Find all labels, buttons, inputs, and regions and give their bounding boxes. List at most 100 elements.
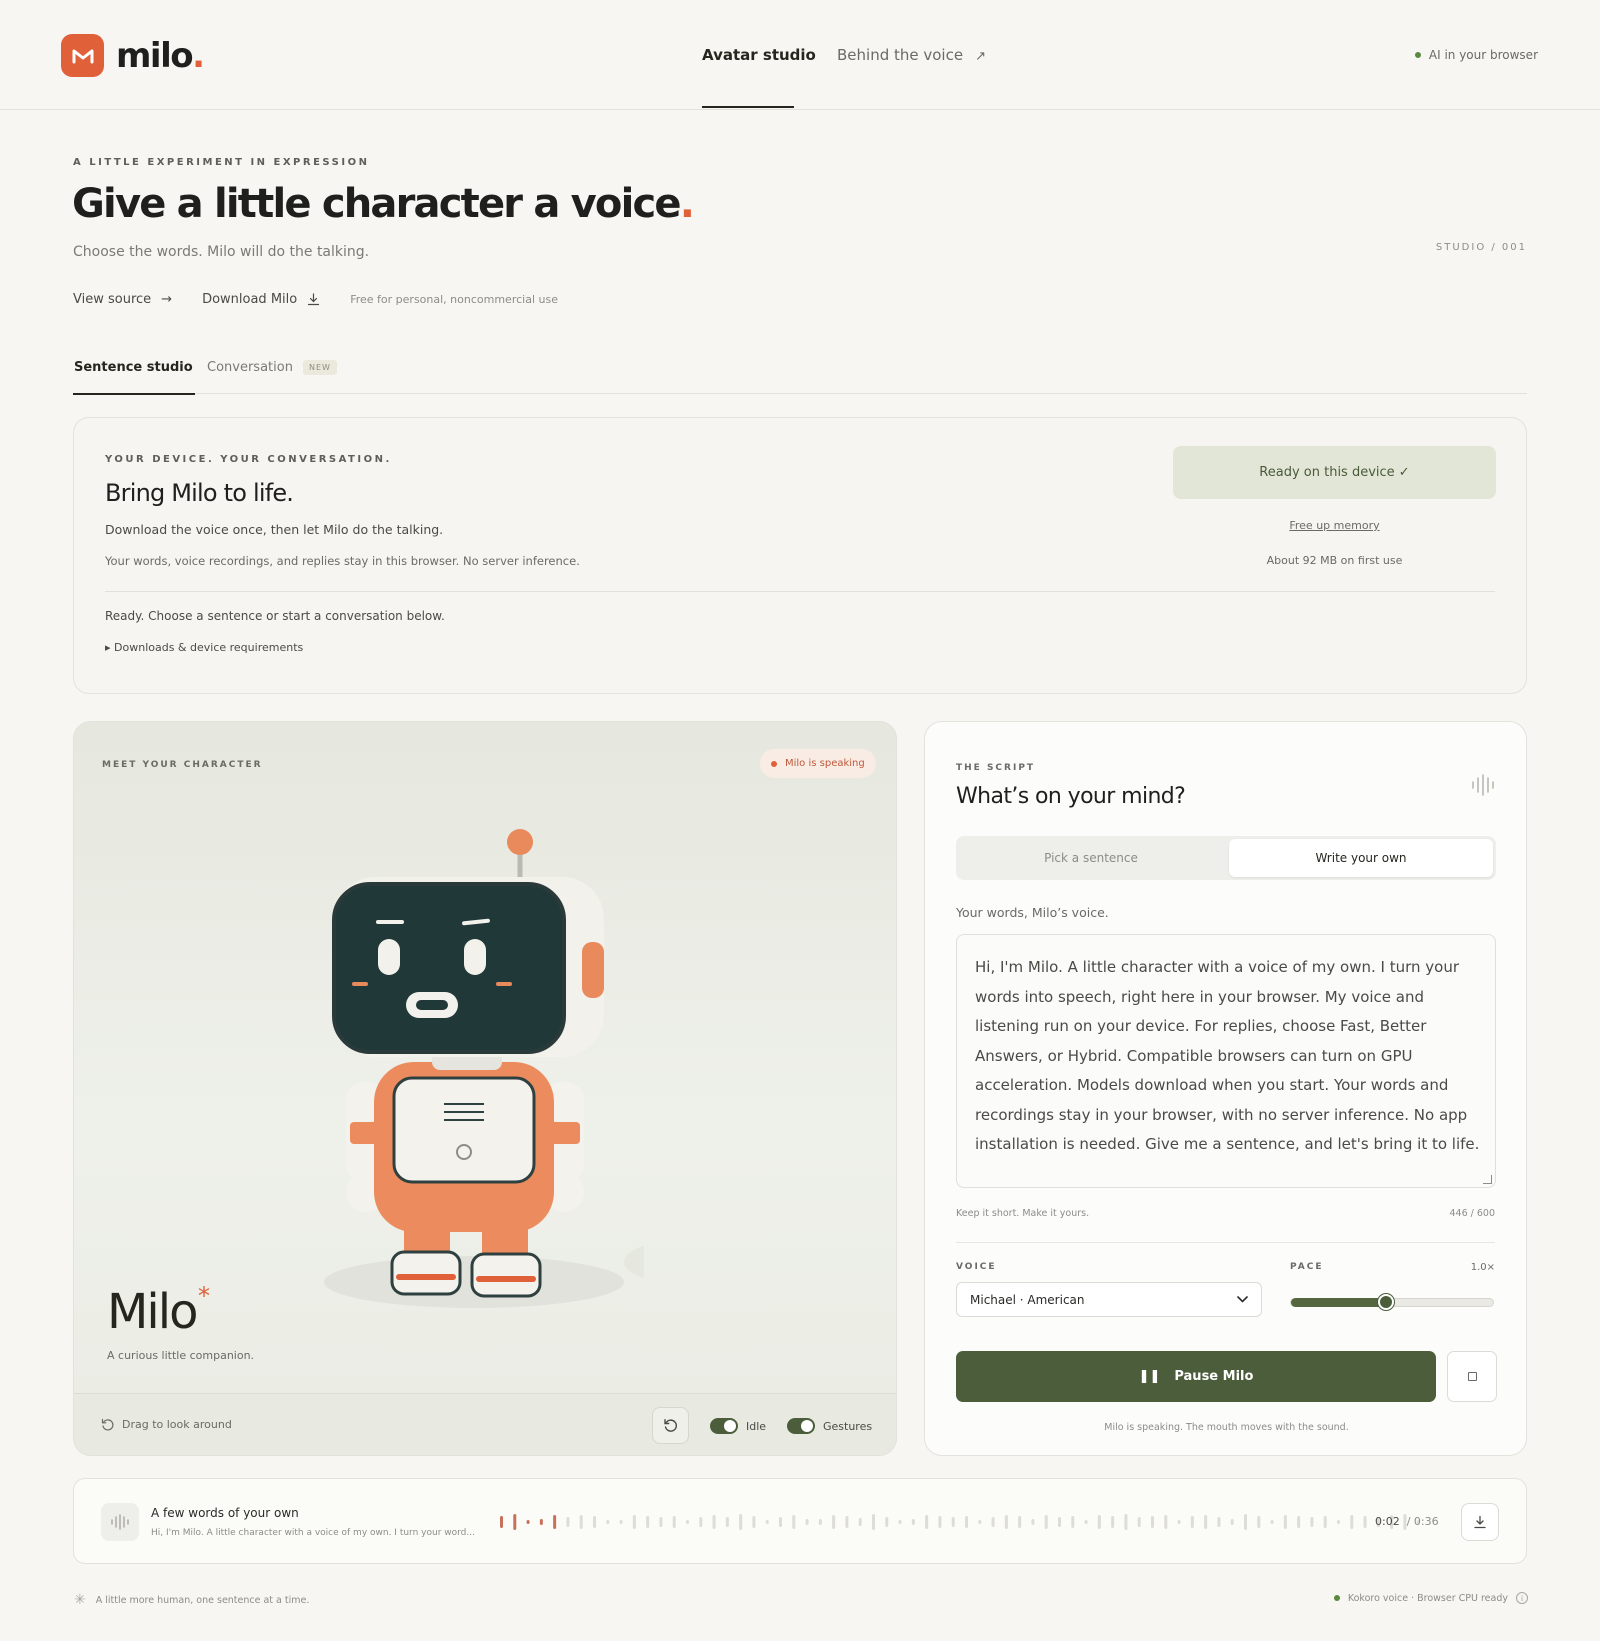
waveform-bar: [699, 1517, 703, 1527]
script-textarea[interactable]: Hi, I'm Milo. A little character with a …: [956, 934, 1496, 1188]
left-eye: [378, 939, 400, 975]
waveform-bar: [898, 1520, 902, 1524]
idle-toggle[interactable]: Idle: [710, 1418, 766, 1434]
waveform-bar: [845, 1516, 849, 1528]
waveform-bar: [765, 1520, 769, 1524]
new-badge: NEW: [302, 360, 337, 375]
waveform-bar: [978, 1520, 982, 1524]
character-count: 446 / 600: [1449, 1208, 1495, 1219]
device-card-line2: Your words, voice recordings, and replie…: [105, 554, 580, 568]
reset-view-button[interactable]: [652, 1407, 689, 1444]
download-size-note: About 92 MB on first use: [1266, 554, 1403, 567]
left-eyebrow: [376, 920, 404, 924]
current-time: 0:02: [1375, 1515, 1400, 1528]
milo-robot-viewport[interactable]: [324, 822, 644, 1322]
nav-active-indicator: [702, 106, 794, 108]
license-note: Free for personal, noncommercial use: [350, 293, 558, 306]
waveform-bar: [1217, 1517, 1221, 1527]
sparkle-icon: ✳: [74, 1592, 86, 1608]
waveform-bar: [1124, 1514, 1128, 1530]
waveform-bar: [965, 1516, 968, 1528]
device-status-text: Ready. Choose a sentence or start a conv…: [105, 609, 445, 623]
waveform-bar: [1164, 1515, 1168, 1529]
waveform-bar: [566, 1517, 570, 1527]
waveform-bar: [1018, 1516, 1022, 1528]
waveform-bar: [659, 1517, 663, 1527]
left-foot: [390, 1250, 462, 1296]
waveform-bar: [1297, 1516, 1301, 1528]
studio-label: STUDIO / 001: [1435, 242, 1527, 253]
waveform-bar: [818, 1519, 822, 1525]
script-eyebrow: THE SCRIPT: [956, 763, 1036, 773]
waveform-bar: [539, 1519, 543, 1525]
waveform-bar: [832, 1515, 836, 1529]
pause-milo-button[interactable]: ❚❚ Pause Milo: [956, 1351, 1436, 1402]
resize-handle-icon[interactable]: [1483, 1175, 1492, 1184]
left-sole-stripe: [396, 1274, 456, 1280]
script-title: What’s on your mind?: [956, 784, 1186, 809]
waveform-bar: [672, 1516, 676, 1528]
waveform-bar: [1111, 1516, 1115, 1528]
ready-on-device-button[interactable]: Ready on this device ✓: [1173, 446, 1496, 499]
waveform-bar: [1257, 1516, 1261, 1528]
gestures-toggle[interactable]: Gestures: [787, 1418, 872, 1434]
reset-icon: [664, 1419, 677, 1432]
script-hint: Your words, Milo’s voice.: [956, 905, 1109, 920]
pace-slider-thumb[interactable]: [1377, 1294, 1394, 1310]
waveform-bar: [579, 1515, 583, 1529]
recording-waveform[interactable]: [497, 1507, 1427, 1537]
nav-avatar-studio[interactable]: Avatar studio: [702, 46, 816, 64]
recording-waveform-icon: [101, 1503, 139, 1541]
download-recording-button[interactable]: [1461, 1503, 1499, 1541]
left-cheek: [352, 982, 368, 986]
character-eyebrow: MEET YOUR CHARACTER: [102, 760, 263, 770]
waveform-bar: [872, 1514, 875, 1530]
waveform-bar: [951, 1517, 955, 1527]
script-text[interactable]: Hi, I'm Milo. A little character with a …: [975, 953, 1480, 1160]
waveform-bar: [911, 1519, 915, 1525]
waveform-bar: [752, 1516, 756, 1528]
stop-button[interactable]: [1447, 1351, 1497, 1402]
waveform-bar: [1363, 1516, 1367, 1528]
top-navigation: milo. Avatar studio Behind the voice ↗ AI…: [0, 0, 1600, 110]
hero-links: View source → Download Milo Free for pers…: [73, 292, 558, 307]
external-arrow-icon: ↗: [975, 49, 986, 64]
waveform-bar: [1004, 1515, 1008, 1529]
downloads-requirements-disclosure[interactable]: ▸ Downloads & device requirements: [105, 641, 303, 654]
status-dot-icon: [1414, 52, 1421, 58]
mouth-inner: [416, 1000, 448, 1010]
waveform-bar: [593, 1516, 596, 1528]
ear-module: [582, 942, 604, 998]
info-icon[interactable]: i: [1516, 1592, 1528, 1604]
pick-sentence-tab[interactable]: Pick a sentence: [959, 839, 1223, 877]
nav-behind-the-voice[interactable]: Behind the voice ↗: [837, 46, 986, 64]
voice-select[interactable]: Michael · American: [956, 1282, 1262, 1317]
pace-slider[interactable]: [1290, 1294, 1494, 1310]
free-up-memory-link[interactable]: Free up memory: [1173, 519, 1496, 532]
waveform-bar: [938, 1516, 942, 1528]
chevron-down-icon: [1237, 1296, 1248, 1303]
tab-conversation[interactable]: Conversation NEW: [207, 360, 337, 375]
waveform-bar: [686, 1520, 689, 1524]
write-your-own-tab[interactable]: Write your own: [1229, 839, 1493, 877]
pace-value: 1.0×: [1470, 1262, 1495, 1273]
gestures-toggle-switch[interactable]: [787, 1418, 815, 1434]
tab-sentence-studio[interactable]: Sentence studio: [73, 360, 195, 395]
logo[interactable]: milo.: [61, 34, 205, 77]
waveform-bar: [513, 1514, 517, 1530]
waveform-bar: [792, 1515, 796, 1529]
script-panel: THE SCRIPT What’s on your mind? Pick a s…: [924, 721, 1527, 1456]
view-source-link[interactable]: View source →: [73, 292, 172, 307]
device-card: YOUR DEVICE. YOUR CONVERSATION. Bring Mi…: [73, 417, 1527, 694]
waveform-bar: [1230, 1519, 1234, 1525]
character-subtitle: A curious little companion.: [107, 1349, 255, 1362]
waveform-bar: [1204, 1515, 1208, 1529]
divider: [105, 591, 1495, 592]
right-eye: [464, 939, 486, 975]
download-milo-link[interactable]: Download Milo: [202, 292, 320, 307]
logo-wordmark: milo.: [116, 35, 205, 76]
script-note: Keep it short. Make it yours.: [956, 1208, 1090, 1219]
waveform-bar: [646, 1516, 650, 1528]
waveform-bar: [1071, 1516, 1075, 1528]
idle-toggle-switch[interactable]: [710, 1418, 738, 1434]
